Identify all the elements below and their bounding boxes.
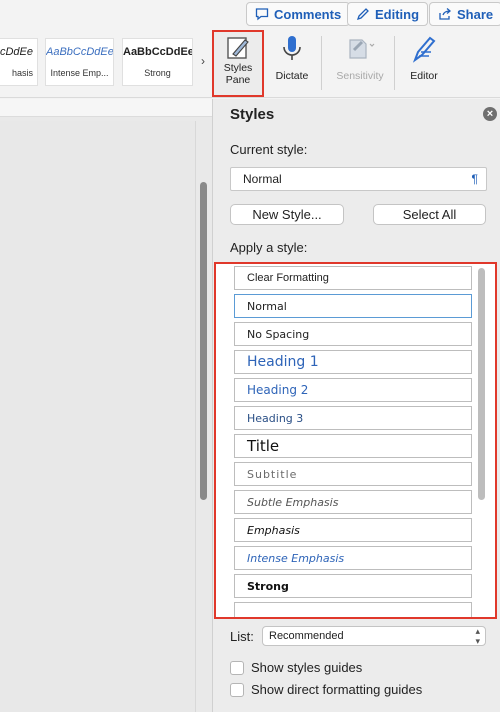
document-scrollbar[interactable] xyxy=(200,182,207,500)
pencil-icon xyxy=(356,8,369,21)
style-item-label: Subtitle xyxy=(247,467,298,481)
comments-label: Comments xyxy=(274,6,342,22)
style-item-clear-formatting[interactable]: Clear Formatting xyxy=(234,266,472,290)
sensitivity-icon xyxy=(349,39,375,59)
editing-label: Editing xyxy=(375,6,420,22)
style-item-strong[interactable]: Strong xyxy=(234,574,472,598)
style-item-label: Heading 1 xyxy=(247,354,319,370)
apply-style-label: Apply a style: xyxy=(230,240,308,255)
styles-pane-button[interactable]: Styles Pane xyxy=(212,30,264,97)
share-label: Share xyxy=(457,6,494,22)
style-item-label: Strong xyxy=(247,579,289,593)
style-item-label: Heading 2 xyxy=(247,383,309,397)
list-label: List: xyxy=(230,629,254,644)
comments-button[interactable]: Comments xyxy=(246,2,351,26)
microphone-icon xyxy=(283,36,301,60)
style-gallery-emphasis[interactable]: cDdEe hasis xyxy=(0,38,38,86)
editor-label: Editor xyxy=(410,70,438,82)
show-styles-guides-row[interactable]: Show styles guides xyxy=(230,660,362,675)
style-item-label: Title xyxy=(247,437,280,455)
document-area xyxy=(0,99,212,712)
current-style-field[interactable]: Normal ¶ xyxy=(230,167,487,191)
pilcrow-icon: ¶ xyxy=(471,172,478,186)
style-list-scrollbar[interactable] xyxy=(478,268,485,500)
show-direct-formatting-guides-checkbox[interactable] xyxy=(230,682,244,697)
document-page[interactable] xyxy=(0,121,196,712)
styles-pane-icon xyxy=(227,37,249,59)
show-direct-formatting-guides-label: Show direct formatting guides xyxy=(251,682,423,697)
style-item-label: Subtle Emphasis xyxy=(247,495,339,509)
pane-title: Styles xyxy=(230,106,275,123)
updown-arrows-icon: ▴ ▾ xyxy=(475,626,480,646)
current-style-value: Normal xyxy=(243,172,282,186)
style-item-label: Normal xyxy=(247,299,287,313)
show-direct-formatting-guides-row[interactable]: Show direct formatting guides xyxy=(230,682,422,697)
style-item-partial[interactable] xyxy=(234,602,472,617)
style-item-heading-3[interactable]: Heading 3 xyxy=(234,406,472,430)
style-item-emphasis[interactable]: Emphasis xyxy=(234,518,472,542)
list-select-value: Recommended xyxy=(269,630,344,642)
style-item-subtle-emphasis[interactable]: Subtle Emphasis xyxy=(234,490,472,514)
style-item-label: Emphasis xyxy=(247,523,300,537)
ribbon-divider xyxy=(321,36,322,90)
gallery-label: Intense Emp... xyxy=(50,68,109,78)
style-item-heading-1[interactable]: Heading 1 xyxy=(234,350,472,374)
style-item-no-spacing[interactable]: No Spacing xyxy=(234,322,472,346)
gallery-label: hasis xyxy=(11,68,33,78)
sensitivity-button[interactable]: Sensitivity xyxy=(329,32,391,94)
close-icon[interactable]: × xyxy=(483,107,497,121)
style-item-subtitle[interactable]: Subtitle xyxy=(234,462,472,486)
editor-button[interactable]: Editor xyxy=(396,32,452,94)
dictate-button[interactable]: Dictate xyxy=(264,32,320,94)
gallery-sample: AaBbCcDdEe xyxy=(46,46,114,58)
select-all-button[interactable]: Select All xyxy=(373,204,486,225)
comment-icon xyxy=(255,8,269,21)
style-item-title[interactable]: Title xyxy=(234,434,472,458)
top-bar: Comments Editing Share xyxy=(0,0,500,30)
list-select[interactable]: Recommended ▴ ▾ xyxy=(262,626,486,646)
styles-pane: Styles × Current style: Normal ¶ New Sty… xyxy=(212,99,500,712)
show-styles-guides-checkbox[interactable] xyxy=(230,660,244,675)
editor-pen-icon xyxy=(412,36,436,63)
style-item-intense-emphasis[interactable]: Intense Emphasis xyxy=(234,546,472,570)
share-icon xyxy=(439,8,452,20)
dictate-label: Dictate xyxy=(275,70,309,82)
styles-pane-label-line1: Styles xyxy=(223,62,253,74)
share-button[interactable]: Share xyxy=(429,2,500,26)
current-style-label: Current style: xyxy=(230,142,308,157)
ribbon-divider xyxy=(394,36,395,90)
show-styles-guides-label: Show styles guides xyxy=(251,660,363,675)
ruler xyxy=(0,99,212,117)
style-list: Clear Formatting Normal No Spacing Headi… xyxy=(214,262,497,619)
gallery-sample: AaBbCcDdEe xyxy=(123,46,193,58)
style-item-label: Heading 3 xyxy=(247,411,304,425)
styles-pane-label-line2: Pane xyxy=(225,74,251,86)
gallery-more-icon[interactable]: › xyxy=(201,54,205,68)
style-item-label: No Spacing xyxy=(247,327,310,341)
style-item-label: Intense Emphasis xyxy=(247,551,345,565)
editing-button[interactable]: Editing xyxy=(347,2,429,26)
gallery-sample: cDdEe xyxy=(0,46,33,58)
style-item-label: Clear Formatting xyxy=(247,272,329,284)
style-gallery-strong[interactable]: AaBbCcDdEe Strong xyxy=(122,38,193,86)
style-item-normal[interactable]: Normal xyxy=(234,294,472,318)
sensitivity-label: Sensitivity xyxy=(336,70,384,82)
style-item-heading-2[interactable]: Heading 2 xyxy=(234,378,472,402)
ribbon: cDdEe hasis AaBbCcDdEe Intense Emp... Aa… xyxy=(0,30,500,98)
gallery-label: Strong xyxy=(144,68,171,78)
new-style-button[interactable]: New Style... xyxy=(230,204,344,225)
style-gallery-intense-emphasis[interactable]: AaBbCcDdEe Intense Emp... xyxy=(45,38,114,86)
